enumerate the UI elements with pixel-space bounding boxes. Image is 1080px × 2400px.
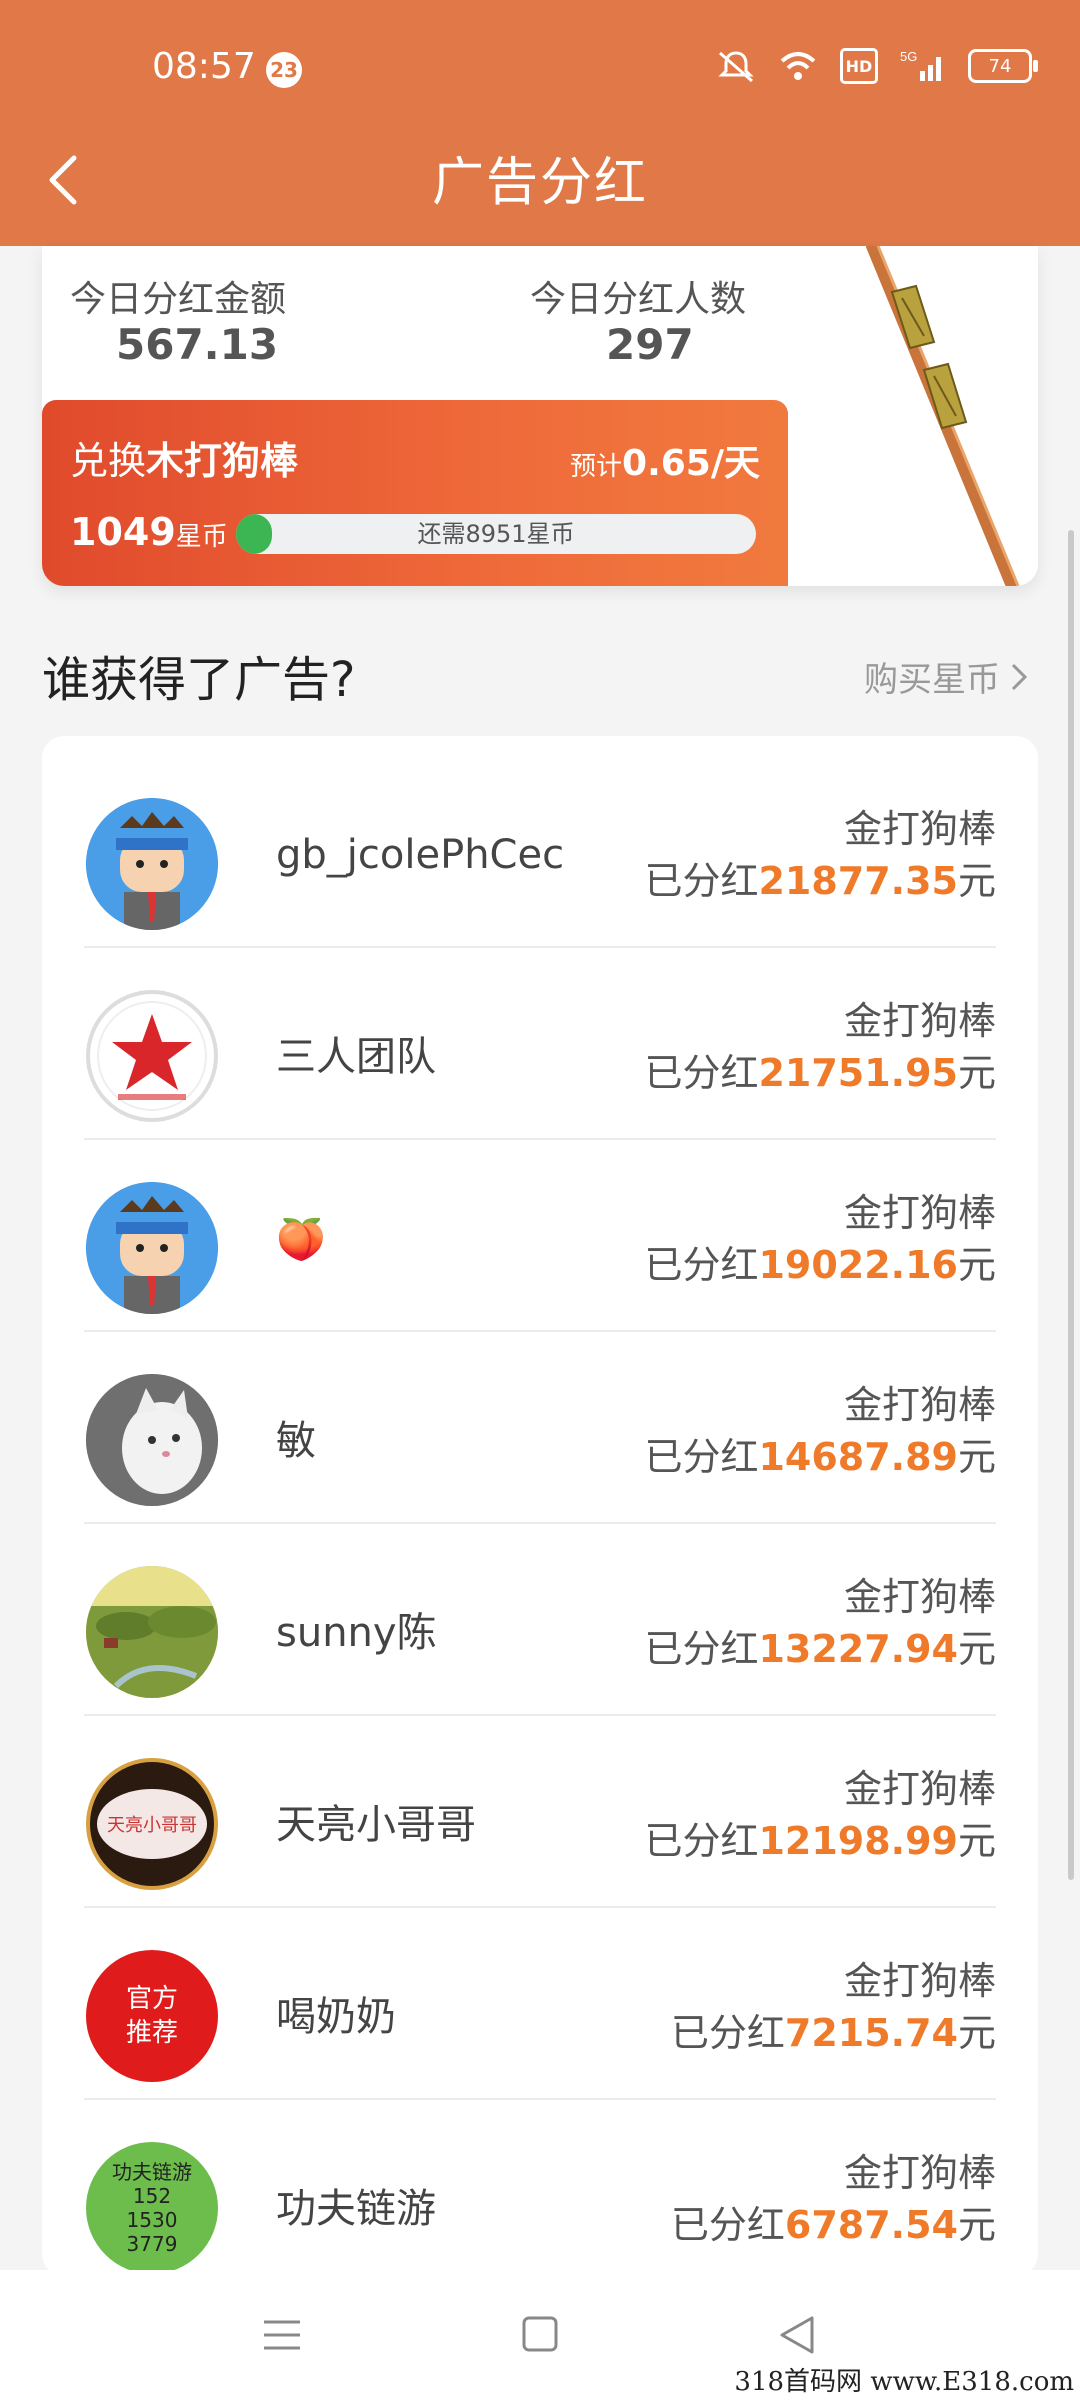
- avatar: [86, 1374, 218, 1506]
- prize-label: 金打狗棒: [843, 807, 996, 851]
- prize-label: 金打狗棒: [843, 1767, 996, 1811]
- dividend-amount: 已分红14687.89元: [644, 1435, 996, 1479]
- system-nav-bar: 318首码网 www.E318.com: [0, 2270, 1080, 2400]
- prize-label: 金打狗棒: [843, 1383, 996, 1427]
- today-amount-label: 今日分红金额: [70, 279, 287, 320]
- dividend-amount: 已分红21877.35元: [644, 859, 996, 903]
- avatar-text: 推荐: [125, 2018, 178, 2048]
- dividend-amount: 已分红19022.16元: [644, 1243, 996, 1287]
- status-time: 08:57: [152, 46, 256, 87]
- avatar: 天亮小哥哥: [86, 1758, 218, 1890]
- dividend-amount: 已分红13227.94元: [644, 1627, 996, 1671]
- dividend-amount: 已分红6787.54元: [670, 2203, 996, 2247]
- list-item[interactable]: 功夫链游 152 1530 3779 功夫链游 金打狗棒 已分红6787.54元: [42, 2100, 1038, 2276]
- top-bar: 08:57 23 HD 5G 74 广告分红: [0, 0, 1080, 246]
- buy-coins-label: 购买星币: [864, 660, 1000, 700]
- dividend-summary-card: 今日分红金额 567.13 今日分红人数 297 兑换木打狗棒 预计0.65/天…: [42, 246, 1038, 586]
- user-name: 天亮小哥哥: [276, 1802, 476, 1848]
- svg-text:5G: 5G: [900, 49, 917, 64]
- section-title: 谁获得了广告?: [42, 652, 356, 708]
- wifi-icon: [778, 49, 818, 83]
- user-name: sunny陈: [276, 1610, 437, 1656]
- coin-progress-bar: 还需8951星币: [236, 514, 756, 554]
- battery-icon: 74: [968, 49, 1038, 83]
- avatar-text: 152: [132, 2184, 172, 2208]
- avatar: 功夫链游 152 1530 3779: [86, 2142, 218, 2274]
- list-item[interactable]: 天亮小哥哥 天亮小哥哥 金打狗棒 已分红12198.99元: [42, 1716, 1038, 1908]
- menu-nav-button[interactable]: [252, 2310, 312, 2360]
- today-people-value: 297: [606, 320, 694, 369]
- avatar-text: 功夫链游: [112, 2160, 192, 2184]
- list-item[interactable]: 敏 金打狗棒 已分红14687.89元: [42, 1332, 1038, 1524]
- prize-label: 金打狗棒: [843, 999, 996, 1043]
- mute-icon: [716, 49, 756, 83]
- user-name: 🍑: [276, 1217, 326, 1263]
- stick-image: [842, 246, 1038, 586]
- avatar: 官方 推荐: [86, 1950, 218, 2082]
- dividend-amount: 已分红21751.95元: [644, 1051, 996, 1095]
- avatar: [86, 1566, 218, 1698]
- home-square-icon: [522, 2316, 558, 2352]
- dividend-amount: 已分红12198.99元: [644, 1819, 996, 1863]
- list-item[interactable]: gb_jcolePhCec 金打狗棒 已分红21877.35元: [42, 756, 1038, 948]
- dividend-amount: 已分红7215.74元: [670, 2011, 996, 2055]
- user-name: 三人团队: [276, 1034, 436, 1080]
- signal-icon: 5G: [900, 49, 946, 83]
- avatar: [86, 1182, 218, 1314]
- progress-text: 还需8951星币: [417, 520, 575, 548]
- today-people-label: 今日分红人数: [530, 279, 747, 320]
- scrollbar[interactable]: [1068, 530, 1074, 1880]
- exchange-title: 兑换木打狗棒: [70, 439, 299, 483]
- chevron-right-icon: [1011, 663, 1028, 690]
- prize-label: 金打狗棒: [843, 1959, 996, 2003]
- avatar-text: 天亮小哥哥: [97, 1789, 207, 1859]
- buy-coins-link[interactable]: 购买星币: [864, 652, 1028, 701]
- today-amount-value: 567.13: [116, 320, 279, 369]
- home-nav-button[interactable]: [510, 2310, 570, 2360]
- exchange-panel[interactable]: 兑换木打狗棒 预计0.65/天 1049星币 还需8951星币: [42, 400, 788, 586]
- hd-icon: HD: [840, 48, 878, 84]
- avatar-text: 3779: [126, 2232, 178, 2256]
- user-name: 喝奶奶: [276, 1994, 396, 2040]
- back-triangle-icon: [780, 2316, 814, 2354]
- prize-label: 金打狗棒: [843, 1575, 996, 1619]
- avatar-text: 1530: [126, 2208, 178, 2232]
- list-item[interactable]: 🍑 金打狗棒 已分红19022.16元: [42, 1140, 1038, 1332]
- list-item[interactable]: 官方 推荐 喝奶奶 金打狗棒 已分红7215.74元: [42, 1908, 1038, 2100]
- exchange-estimate: 预计0.65/天: [570, 443, 760, 484]
- list-item[interactable]: sunny陈 金打狗棒 已分红13227.94元: [42, 1524, 1038, 1716]
- user-name: gb_jcolePhCec: [276, 832, 565, 878]
- user-name: 功夫链游: [276, 2186, 436, 2232]
- menu-icon: [264, 2320, 300, 2350]
- status-icons: HD 5G 74: [716, 48, 1038, 84]
- avatar: [86, 798, 218, 930]
- coin-balance: 1049星币: [70, 510, 228, 554]
- notification-count-badge: 23: [266, 52, 302, 88]
- page-title: 广告分红: [431, 153, 648, 213]
- avatar: [86, 990, 218, 1122]
- prize-label: 金打狗棒: [843, 1191, 996, 1235]
- user-name: 敏: [276, 1418, 316, 1464]
- dividend-list: gb_jcolePhCec 金打狗棒 已分红21877.35元 三人团队 金打狗…: [42, 736, 1038, 2276]
- watermark: 318首码网 www.E318.com: [734, 2367, 1074, 2397]
- avatar-text: 官方: [125, 1984, 178, 2014]
- list-item[interactable]: 三人团队 金打狗棒 已分红21751.95元: [42, 948, 1038, 1140]
- prize-label: 金打狗棒: [843, 2151, 996, 2195]
- back-nav-button[interactable]: [768, 2310, 828, 2360]
